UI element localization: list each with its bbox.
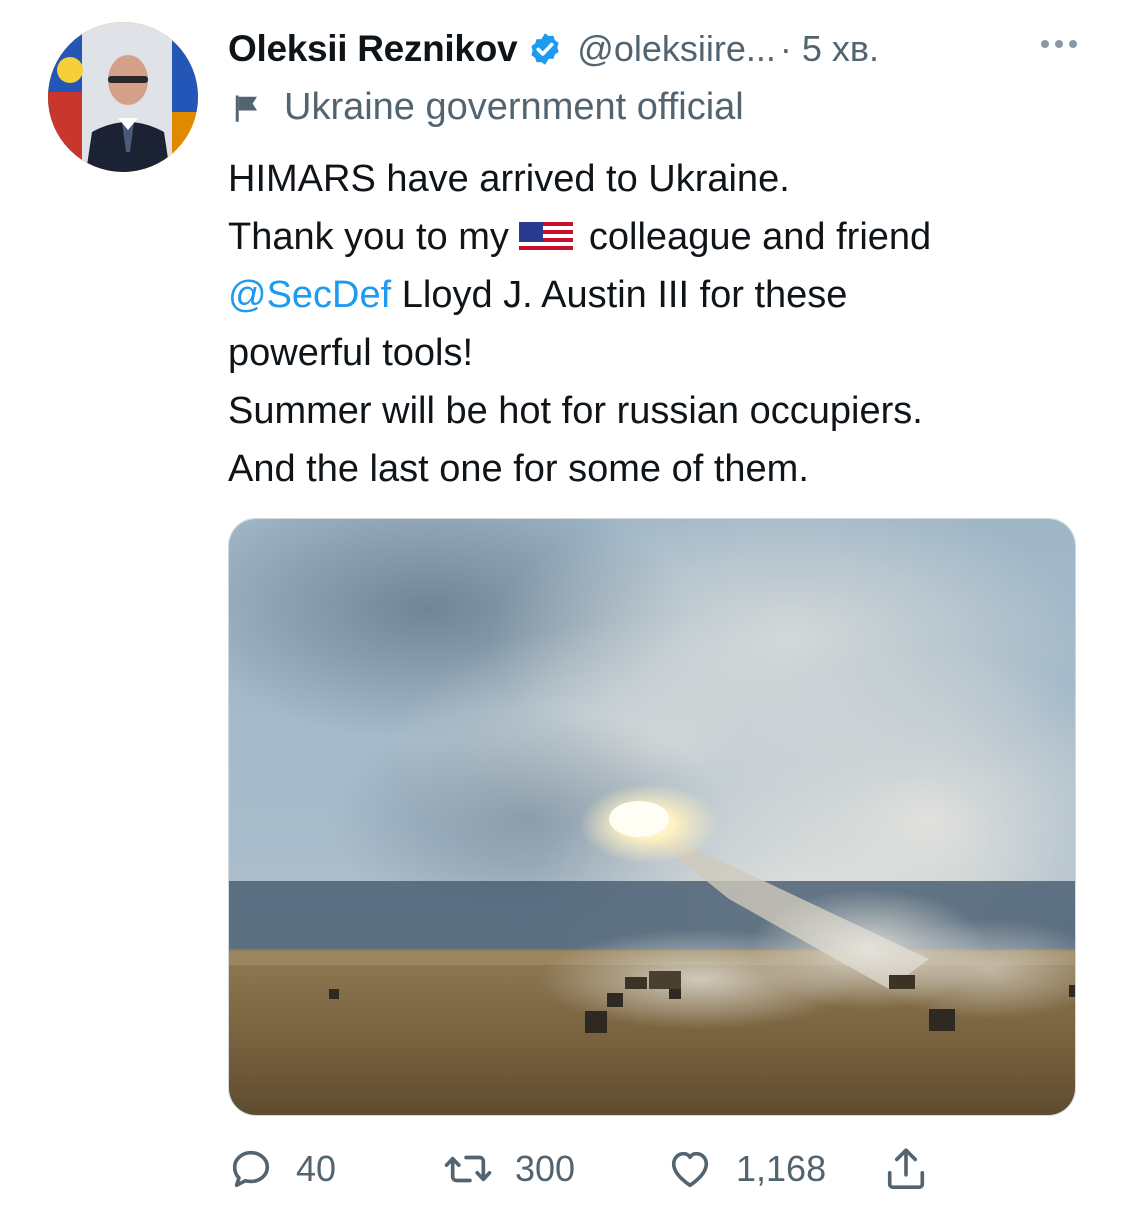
like-button[interactable]: 1,168 bbox=[666, 1146, 826, 1192]
reply-button[interactable]: 40 bbox=[228, 1146, 336, 1192]
government-label: Ukraine government official bbox=[232, 86, 744, 129]
us-flag-icon bbox=[518, 217, 573, 253]
author-name[interactable]: Oleksii Reznikov bbox=[228, 28, 518, 70]
reply-icon bbox=[232, 1150, 270, 1188]
tweet-line-2-before: Thank you to my bbox=[228, 216, 509, 258]
tweet-header: Oleksii Reznikov @oleksiire... · 5 хв. bbox=[228, 24, 1085, 74]
tweet-line-1: HIMARS have arrived to Ukraine. bbox=[228, 158, 790, 200]
tweet-media-image[interactable] bbox=[228, 518, 1076, 1116]
tweet-line-2: Thank you to my colleague and friend bbox=[228, 208, 1088, 266]
tweet-line-3-after: Lloyd J. Austin III for these bbox=[391, 274, 848, 316]
like-count: 1,168 bbox=[736, 1148, 827, 1189]
verified-badge-icon bbox=[527, 31, 563, 67]
more-icon[interactable] bbox=[1041, 40, 1077, 48]
retweet-button[interactable]: 300 bbox=[443, 1146, 575, 1192]
tweet-text: HIMARS have arrived to Ukraine. Thank yo… bbox=[228, 150, 1088, 498]
avatar[interactable] bbox=[48, 22, 198, 172]
retweet-icon bbox=[444, 1155, 492, 1183]
label-text: Ukraine government official bbox=[284, 86, 744, 128]
share-button[interactable] bbox=[883, 1144, 929, 1194]
tweet-line-3: @SecDef Lloyd J. Austin III for these bbox=[228, 266, 1088, 324]
mention-link[interactable]: @SecDef bbox=[228, 274, 391, 316]
tweet: Oleksii Reznikov @oleksiire... · 5 хв. U… bbox=[0, 0, 1125, 1213]
share-icon bbox=[887, 1148, 925, 1190]
tweet-line-6: And the last one for some of them. bbox=[228, 448, 809, 490]
flag-icon bbox=[235, 95, 257, 122]
author-handle[interactable]: @oleksiire... bbox=[577, 28, 776, 70]
reply-count: 40 bbox=[296, 1148, 337, 1189]
heart-icon bbox=[671, 1151, 709, 1188]
tweet-line-2-after: colleague and friend bbox=[588, 216, 932, 258]
timestamp[interactable]: · 5 хв. bbox=[780, 28, 879, 70]
tweet-line-4: powerful tools! bbox=[228, 332, 474, 374]
retweet-count: 300 bbox=[515, 1148, 576, 1189]
tweet-line-5: Summer will be hot for russian occupiers… bbox=[228, 390, 923, 432]
